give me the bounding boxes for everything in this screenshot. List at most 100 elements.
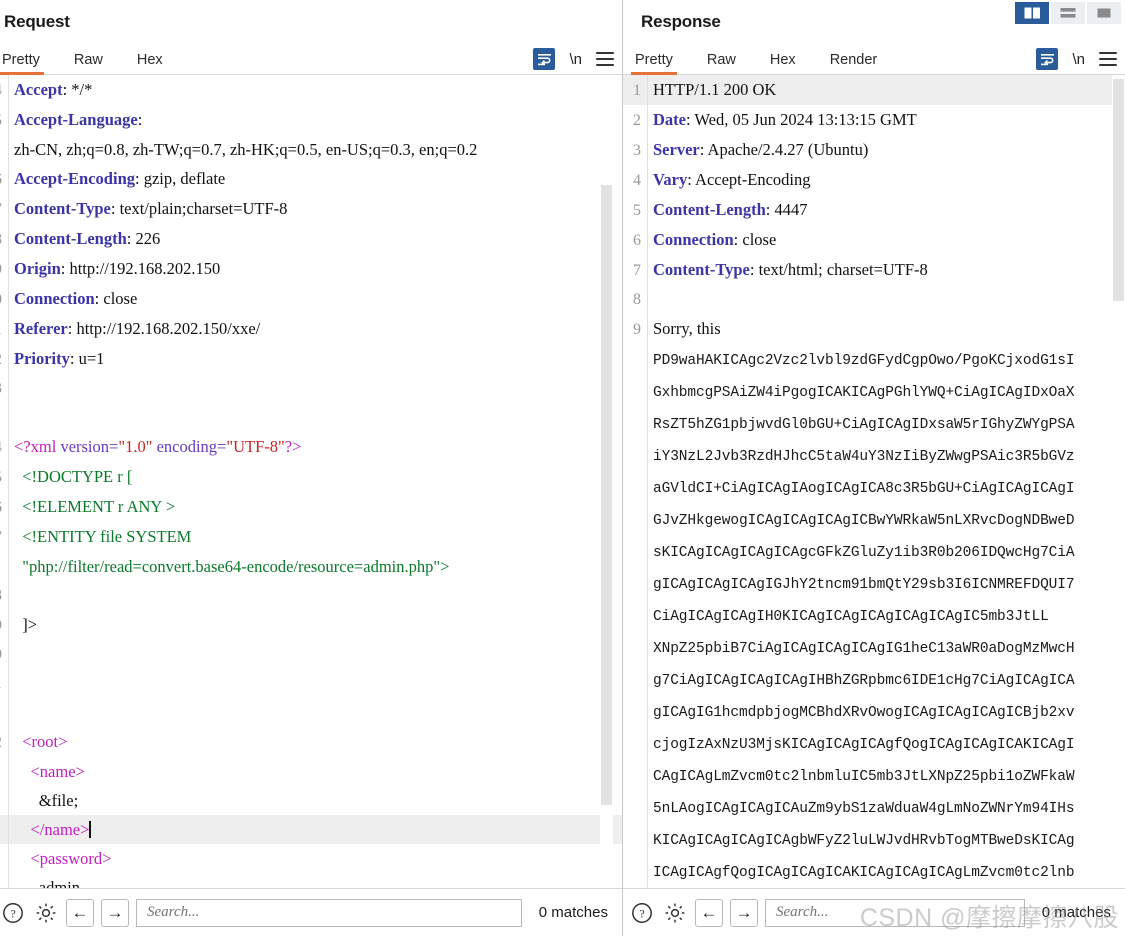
- text-cursor: [89, 821, 91, 838]
- code-line: 5nLAogICAgICAgICAuZm9ybS1zaWduaW4gLmNoZW…: [623, 792, 1125, 824]
- help-circle-icon[interactable]: ?: [0, 900, 26, 926]
- line-text: GJvZHkgewogICAgICAgICAgICBwYWRkaW5nLXRvc…: [653, 513, 1075, 529]
- code-line: &file;: [0, 786, 622, 815]
- code-line: <name>: [0, 757, 622, 786]
- search-prev-button[interactable]: ←: [695, 898, 723, 927]
- gear-icon[interactable]: [33, 900, 59, 926]
- line-text: g7CiAgICAgICAgICAgIHBhZGRpbmc6IDE1cHg7Ci…: [653, 673, 1075, 689]
- line-number: 5: [633, 202, 641, 219]
- request-title: Request: [4, 12, 70, 31]
- request-search-bar: ? ← → 0 matches: [0, 888, 622, 936]
- response-search-box[interactable]: [765, 898, 1025, 927]
- line-text: <?xml version="1.0" encoding="UTF-8"?>: [14, 437, 302, 456]
- code-line: <password>: [0, 844, 622, 873]
- code-line: 2 <root>: [0, 727, 622, 757]
- code-line: 7 Content-Type: text/html; charset=UTF-8: [623, 255, 1125, 285]
- line-text: CiAgICAgICAgIH0KICAgICAgICAgICAgICAgIC5m…: [653, 609, 1049, 625]
- code-line: 4 Vary: Accept-Encoding: [623, 165, 1125, 195]
- line-text: Content-Type: text/plain;charset=UTF-8: [14, 199, 288, 218]
- request-panel: Request Pretty Raw Hex \n Accept: */* Ac…: [0, 0, 622, 936]
- line-text: Connection: close: [653, 230, 777, 249]
- newline-toggle[interactable]: \n: [1072, 51, 1085, 68]
- hamburger-menu-icon[interactable]: [596, 52, 614, 66]
- line-text: PD9waHAKICAgc2Vzc2lvbl9zdGFydCgpOwo/PgoK…: [653, 353, 1075, 369]
- tab-response-render[interactable]: Render: [830, 52, 878, 74]
- layout-side-by-side-button[interactable]: [1015, 2, 1049, 24]
- line-text: <root>: [14, 732, 68, 751]
- tab-response-pretty[interactable]: Pretty: [631, 52, 677, 75]
- line-number: 8: [0, 225, 8, 254]
- tab-response-raw[interactable]: Raw: [707, 52, 736, 74]
- svg-text:?: ?: [639, 906, 644, 920]
- tab-request-raw[interactable]: Raw: [74, 52, 103, 74]
- response-vertical-scrollbar[interactable]: [1112, 75, 1125, 888]
- line-number: 4: [0, 433, 8, 462]
- line-text: <!DOCTYPE r [: [14, 467, 133, 486]
- request-code-area[interactable]: 4 Accept: */* 5 Accept-Language: zh-CN, zh;q…: [0, 75, 622, 888]
- request-tab-bar: Pretty Raw Hex \n: [0, 44, 622, 75]
- help-circle-icon[interactable]: ?: [629, 900, 655, 926]
- line-text: Content-Length: 4447: [653, 200, 808, 219]
- request-scroll-thumb[interactable]: [601, 185, 612, 805]
- newline-toggle[interactable]: \n: [569, 51, 582, 68]
- layout-toggle-group: [1015, 2, 1121, 24]
- tab-request-hex[interactable]: Hex: [137, 52, 163, 74]
- code-line: iY3NzL2Jvb3RzdHJhcC5taW4uY3NzIiByZWwgPSA…: [623, 440, 1125, 472]
- gear-icon[interactable]: [662, 900, 688, 926]
- layout-stacked-button[interactable]: [1051, 2, 1085, 24]
- tab-response-hex[interactable]: Hex: [770, 52, 796, 74]
- request-search-input[interactable]: [145, 903, 513, 922]
- code-line: 6 <!ELEMENT r ANY >: [0, 492, 622, 522]
- code-line: 7 Content-Type: text/plain;charset=UTF-8: [0, 194, 622, 224]
- code-line: 9 Sorry, this: [623, 314, 1125, 344]
- line-number: 2: [0, 345, 8, 374]
- code-line: GJvZHkgewogICAgICAgICAgICBwYWRkaW5nLXRvc…: [623, 504, 1125, 536]
- search-prev-button[interactable]: ←: [66, 898, 94, 927]
- request-title-row: Request: [0, 0, 622, 44]
- search-next-button[interactable]: →: [101, 898, 129, 927]
- response-search-input[interactable]: [774, 903, 1016, 922]
- code-line: 4 <?xml version="1.0" encoding="UTF-8"?>: [0, 432, 622, 462]
- code-line: 1 Referer: http://192.168.202.150/xxe/: [0, 314, 622, 344]
- word-wrap-icon[interactable]: [1036, 48, 1059, 70]
- request-vertical-scrollbar[interactable]: [600, 75, 613, 888]
- response-tab-bar: Pretty Raw Hex Render \n: [623, 44, 1125, 75]
- code-line: cjogIzAxNzU3MjsKICAgICAgICAgfQogICAgICAg…: [623, 728, 1125, 760]
- code-line: 2 Priority: u=1: [0, 344, 622, 374]
- line-text: Date: Wed, 05 Jun 2024 13:13:15 GMT: [653, 110, 917, 129]
- line-text: <password>: [14, 849, 112, 868]
- line-text: RsZT5hZG1pbjwvdGl0bGU+CiAgICAgIDxsaW5rIG…: [653, 417, 1075, 433]
- line-text: Origin: http://192.168.202.150: [14, 259, 221, 278]
- tab-request-pretty[interactable]: Pretty: [0, 52, 44, 75]
- line-text: Sorry, this: [653, 319, 721, 338]
- line-number: 7: [0, 195, 8, 224]
- hamburger-menu-icon[interactable]: [1099, 52, 1117, 66]
- code-line: CAgICAgLmZvcm0tc2lnbmluIC5mb3JtLXNpZ25pb…: [623, 760, 1125, 792]
- gutter-divider: [8, 669, 9, 698]
- code-line: ICAgICAgfQogICAgICAgICAKICAgICAgICAgLmZv…: [623, 856, 1125, 888]
- response-scroll-thumb[interactable]: [1113, 79, 1124, 301]
- line-number: 1: [0, 315, 8, 344]
- code-line: 1 HTTP/1.1 200 OK: [623, 75, 1125, 105]
- code-line: 0: [0, 640, 622, 669]
- word-wrap-icon[interactable]: [533, 48, 556, 70]
- code-line: [0, 403, 622, 432]
- gutter-divider: [8, 640, 9, 669]
- layout-single-pane-button[interactable]: [1087, 2, 1121, 24]
- request-search-box[interactable]: [136, 898, 522, 927]
- response-code-area[interactable]: 1 HTTP/1.1 200 OK 2 Date: Wed, 05 Jun 2024 …: [623, 75, 1125, 888]
- line-text: Connection: close: [14, 289, 138, 308]
- line-number: 6: [0, 165, 8, 194]
- line-number: 3: [0, 374, 8, 403]
- line-text: GxhbmcgPSAiZW4iPgogICAKICAgPGhlYWQ+CiAgI…: [653, 385, 1075, 401]
- response-title: Response: [641, 12, 721, 31]
- code-line: GxhbmcgPSAiZW4iPgogICAKICAgPGhlYWQ+CiAgI…: [623, 376, 1125, 408]
- code-line: gICAgIG1hcmdpbjogMCBhdXRvOwogICAgICAgICA…: [623, 696, 1125, 728]
- line-text: admin: [14, 878, 80, 888]
- search-next-button[interactable]: →: [730, 898, 758, 927]
- line-number: 8: [633, 291, 641, 308]
- line-text: Content-Type: text/html; charset=UTF-8: [653, 260, 928, 279]
- line-text: Vary: Accept-Encoding: [653, 170, 811, 189]
- line-text: Accept-Language:: [14, 110, 143, 129]
- code-line: 2 Date: Wed, 05 Jun 2024 13:13:15 GMT: [623, 105, 1125, 135]
